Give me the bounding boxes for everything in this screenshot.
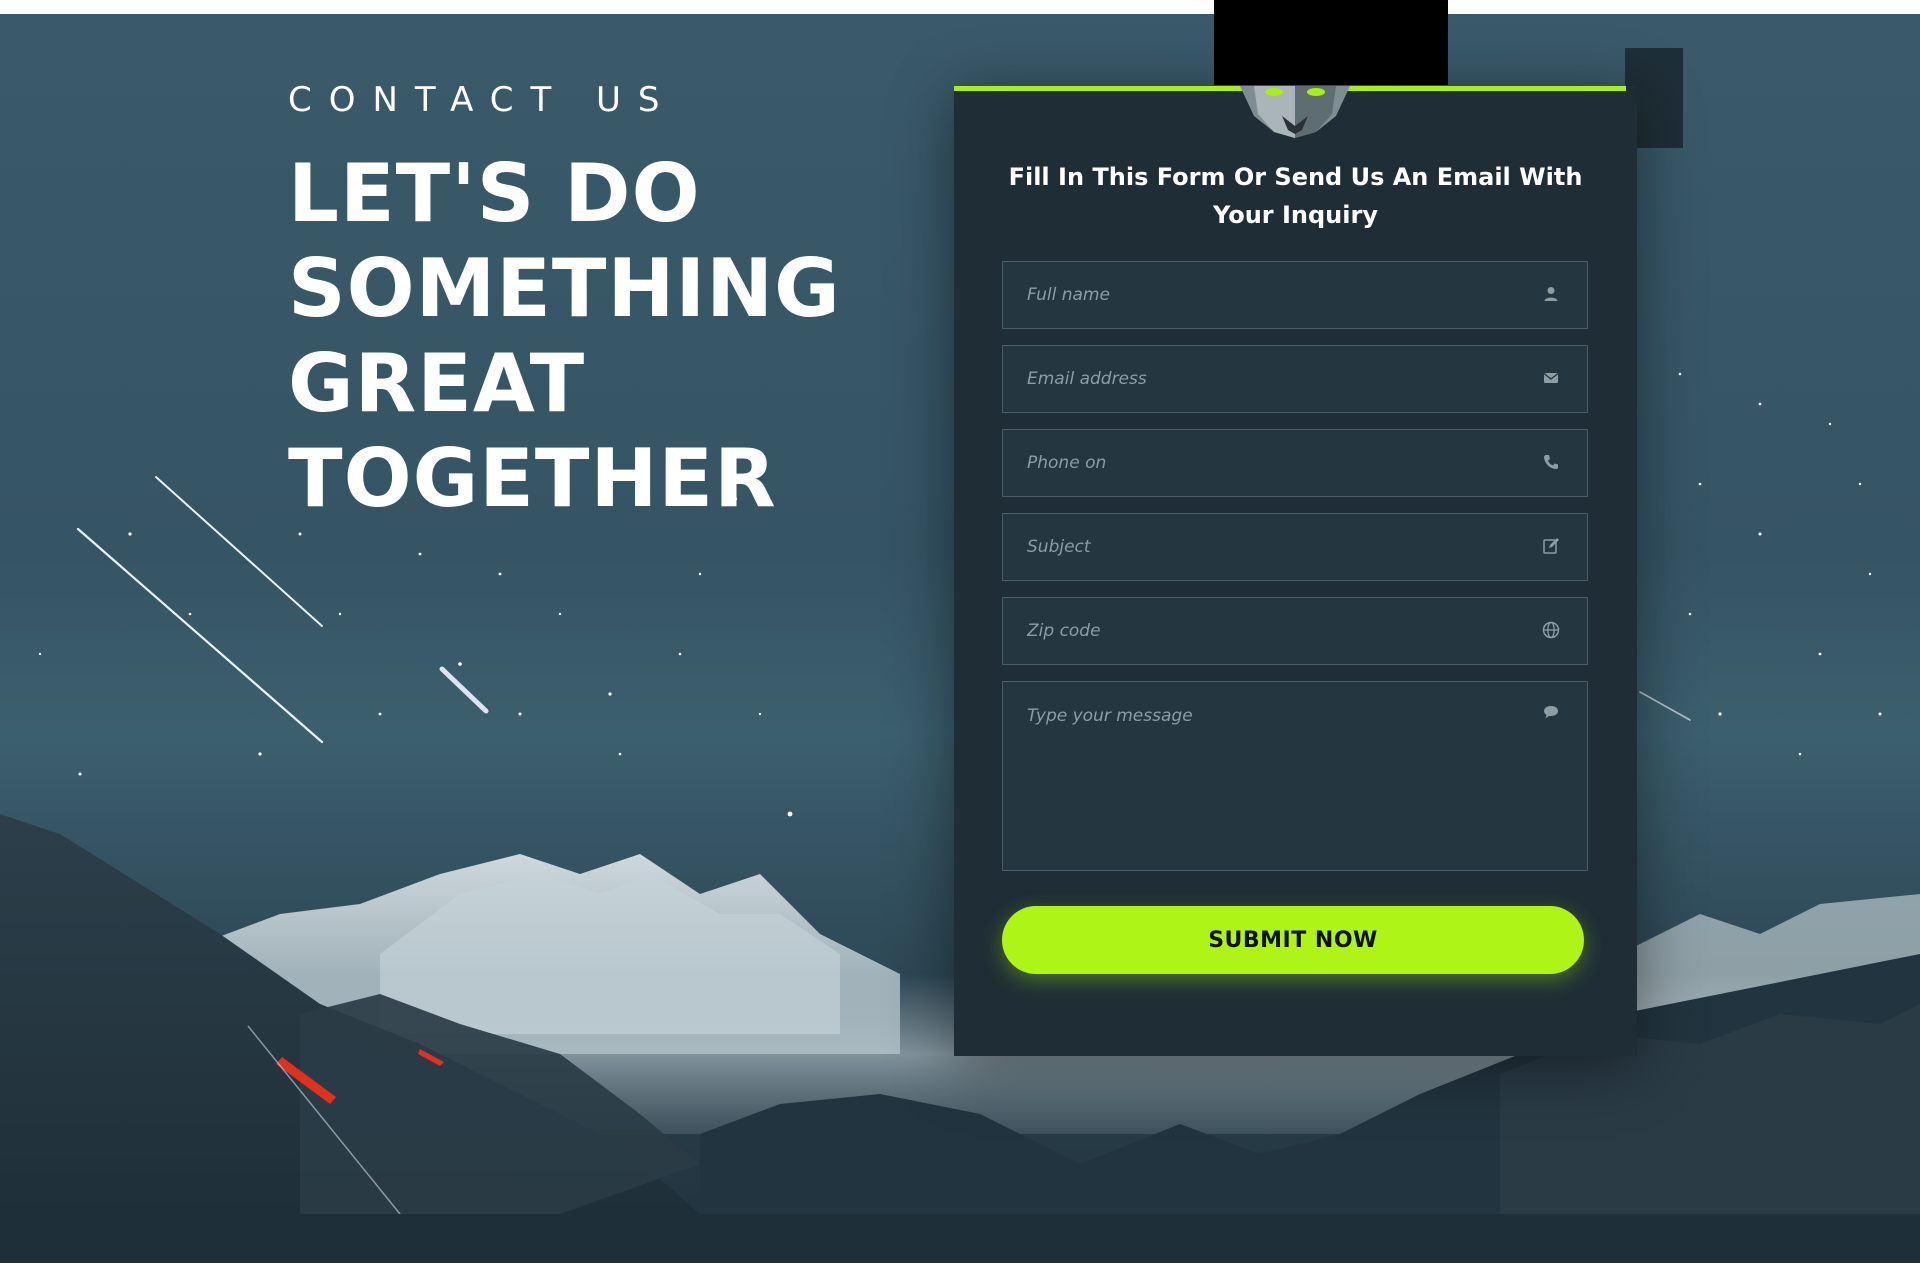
zip-code-input[interactable] xyxy=(1003,598,1587,664)
phone-field-wrapper xyxy=(1002,429,1588,497)
form-title: Fill In This Form Or Send Us An Email Wi… xyxy=(1008,163,1583,229)
phone-input[interactable] xyxy=(1003,430,1587,496)
full-name-field-wrapper xyxy=(1002,261,1588,329)
phone-icon xyxy=(1544,455,1558,469)
globe-icon xyxy=(1542,621,1560,639)
headline-line-1: LET'S DO xyxy=(288,147,701,240)
user-icon xyxy=(1544,287,1558,301)
redacted-block xyxy=(1214,0,1448,85)
envelope-icon xyxy=(1543,372,1559,383)
email-field-wrapper xyxy=(1002,345,1588,413)
top-strip xyxy=(0,0,1920,14)
hero-headline: LET'S DO SOMETHING GREAT TOGETHER xyxy=(288,146,908,526)
wolf-mascot-icon xyxy=(1240,86,1350,138)
full-name-input[interactable] xyxy=(1003,262,1587,328)
bottom-band xyxy=(0,1214,1920,1263)
headline-line-3: GREAT xyxy=(288,337,586,430)
message-textarea[interactable] xyxy=(1003,682,1587,870)
headline-line-2: SOMETHING xyxy=(288,242,841,335)
headline-line-4: TOGETHER xyxy=(288,432,777,525)
email-input[interactable] xyxy=(1003,346,1587,412)
chat-bubble-icon xyxy=(1544,706,1558,719)
hero-heading: CONTACT US LET'S DO SOMETHING GREAT TOGE… xyxy=(288,80,908,526)
contact-page: CONTACT US LET'S DO SOMETHING GREAT TOGE… xyxy=(0,0,1920,1263)
contact-form: Fill In This Form Or Send Us An Email Wi… xyxy=(954,86,1637,1056)
zip-code-field-wrapper xyxy=(1002,597,1588,665)
subject-field-wrapper xyxy=(1002,513,1588,581)
message-field-wrapper xyxy=(1002,681,1588,871)
submit-button[interactable]: SUBMIT NOW xyxy=(1002,906,1584,974)
contact-us-eyebrow: CONTACT US xyxy=(288,80,677,120)
edit-icon xyxy=(1543,538,1559,554)
subject-input[interactable] xyxy=(1003,514,1587,580)
